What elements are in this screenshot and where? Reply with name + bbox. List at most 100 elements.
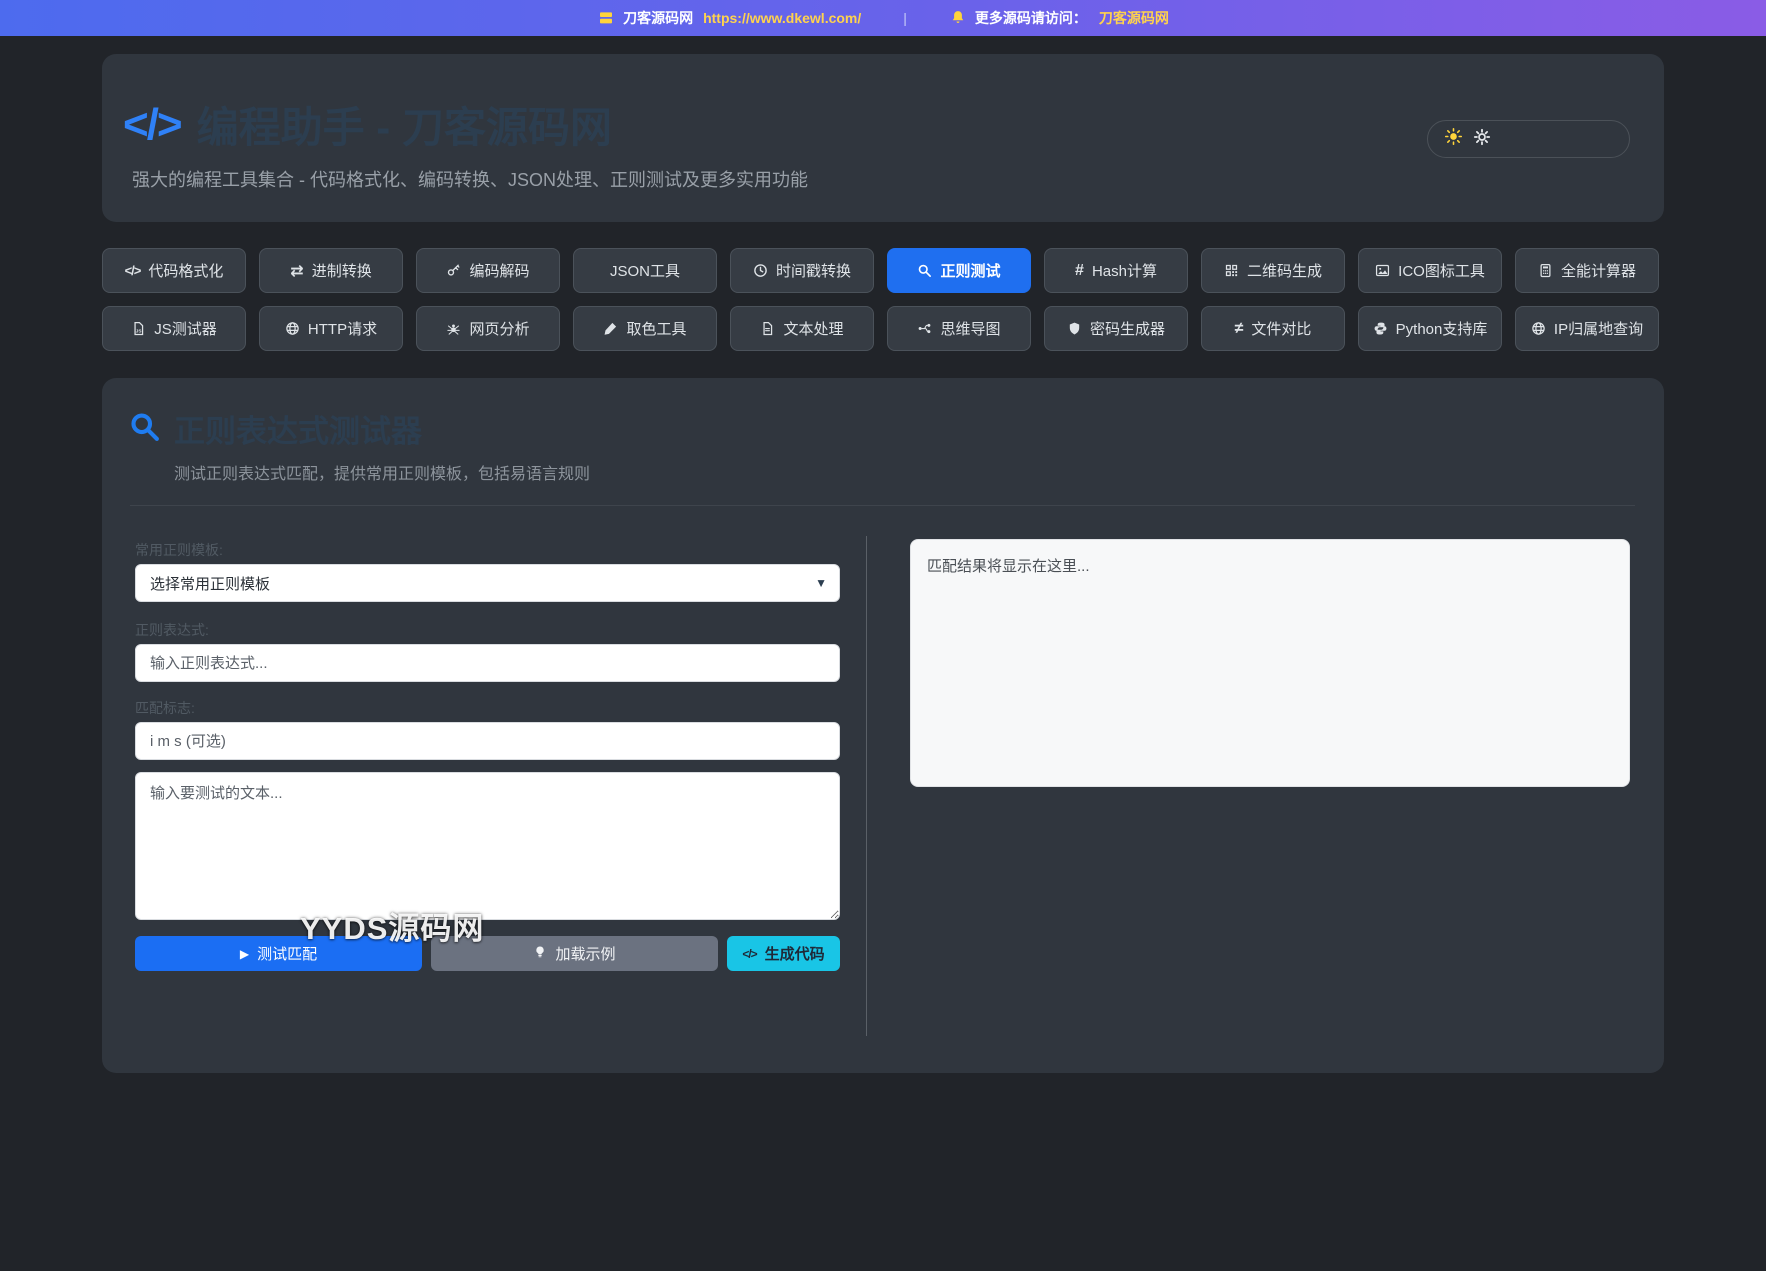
tab-label: 文件对比: [1251, 318, 1311, 339]
tab-label: 代码格式化: [148, 260, 223, 281]
search-icon: [917, 263, 932, 278]
gear-icon[interactable]: [1473, 128, 1491, 151]
hash-icon: #: [1075, 262, 1084, 280]
result-placeholder-text: 匹配结果将显示在这里...: [927, 558, 1090, 575]
column-divider: [866, 536, 867, 1036]
sun-icon[interactable]: [1444, 127, 1463, 151]
mindmap-icon: [917, 321, 932, 336]
topbar-separator: |: [903, 10, 907, 26]
tab-label: 正则测试: [940, 260, 1000, 281]
tab-label: 取色工具: [626, 318, 686, 339]
tab-ip-lookup[interactable]: IP归属地查询: [1515, 306, 1659, 351]
tab-label: 编码解码: [469, 260, 529, 281]
code-icon: </>: [742, 947, 756, 961]
tab-color-picker[interactable]: 取色工具: [573, 306, 717, 351]
tab-python-library[interactable]: Python支持库: [1358, 306, 1502, 351]
generate-code-label: 生成代码: [765, 943, 825, 964]
generate-code-button[interactable]: </> 生成代码: [727, 936, 840, 971]
tab-label: 文本处理: [783, 318, 843, 339]
js-file-icon: JS: [131, 321, 146, 336]
play-icon: ▶: [240, 947, 249, 961]
tab-label: HTTP请求: [308, 318, 377, 339]
regex-tester-card: 正则表达式测试器 测试正则表达式匹配，提供常用正则模板，包括易语言规则 常用正则…: [102, 378, 1664, 1073]
tab-label: Python支持库: [1396, 318, 1488, 339]
tab-mindmap[interactable]: 思维导图: [887, 306, 1031, 351]
action-buttons: ▶ 测试匹配 加载示例 </> 生成代码: [135, 936, 840, 971]
tab-qrcode-generate[interactable]: 二维码生成: [1201, 248, 1345, 293]
tab-timestamp-convert[interactable]: 时间戳转换: [730, 248, 874, 293]
tab-text-processing[interactable]: 文本处理: [730, 306, 874, 351]
tab-password-generator[interactable]: 密码生成器: [1044, 306, 1188, 351]
announcement-bar: 刀客源码网 https://www.dkewl.com/ | 更多源码请访问： …: [0, 0, 1766, 36]
chevron-down-icon: ▼: [815, 576, 827, 590]
card-icon: [597, 9, 615, 27]
tab-label: JS测试器: [154, 318, 217, 339]
svg-text:JS: JS: [136, 329, 142, 334]
tab-label: IP归属地查询: [1554, 318, 1643, 339]
flags-input[interactable]: [135, 722, 840, 760]
tab-code-format[interactable]: </> 代码格式化: [102, 248, 246, 293]
theme-toggle[interactable]: [1427, 120, 1630, 158]
globe-icon: [285, 321, 300, 336]
tab-label: 时间戳转换: [776, 260, 851, 281]
search-icon: [128, 410, 161, 448]
tab-webpage-analysis[interactable]: 网页分析: [416, 306, 560, 351]
template-label: 常用正则模板:: [135, 540, 223, 560]
tab-label: Hash计算: [1092, 260, 1157, 281]
document-icon: [760, 321, 775, 336]
page-subtitle: 强大的编程工具集合 - 代码格式化、编码转换、JSON处理、正则测试及更多实用功…: [132, 166, 808, 192]
bell-icon: [949, 9, 967, 27]
tab-http-request[interactable]: HTTP请求: [259, 306, 403, 351]
site-url-link[interactable]: https://www.dkewl.com/: [703, 10, 861, 26]
python-icon: [1373, 321, 1388, 336]
tab-label: 二维码生成: [1247, 260, 1322, 281]
tab-encode-decode[interactable]: 编码解码: [416, 248, 560, 293]
tab-ico-icon-tools[interactable]: ICO图标工具: [1358, 248, 1502, 293]
site-name: 刀客源码网: [623, 8, 693, 28]
pen-icon: [603, 321, 618, 336]
tab-regex-test[interactable]: 正则测试: [887, 248, 1031, 293]
spider-icon: [446, 321, 461, 336]
tab-label: ICO图标工具: [1398, 260, 1485, 281]
tab-calculator[interactable]: 全能计算器: [1515, 248, 1659, 293]
result-panel: 匹配结果将显示在这里...: [910, 539, 1630, 787]
code-icon: </>: [125, 263, 141, 278]
tab-base-convert[interactable]: ⇄ 进制转换: [259, 248, 403, 293]
section-divider: [130, 505, 1635, 506]
section-title: 正则表达式测试器: [174, 406, 422, 451]
tab-label: 网页分析: [469, 318, 529, 339]
shield-icon: [1067, 321, 1082, 336]
tab-file-compare[interactable]: ≠ 文件对比: [1201, 306, 1345, 351]
notice-link[interactable]: 刀客源码网: [1099, 8, 1169, 28]
tab-label: 全能计算器: [1561, 260, 1636, 281]
load-example-label: 加载示例: [555, 943, 615, 964]
page: 刀客源码网 https://www.dkewl.com/ | 更多源码请访问： …: [0, 0, 1766, 1271]
tab-label: 进制转换: [312, 260, 372, 281]
flags-label: 匹配标志:: [135, 698, 195, 718]
section-subtitle: 测试正则表达式匹配，提供常用正则模板，包括易语言规则: [174, 460, 590, 484]
tab-hash-calc[interactable]: # Hash计算: [1044, 248, 1188, 293]
tab-label: 思维导图: [940, 318, 1000, 339]
globe-icon: [1531, 321, 1546, 336]
pattern-label: 正则表达式:: [135, 620, 209, 640]
template-select-value: 选择常用正则模板: [150, 573, 270, 594]
swap-arrows-icon: ⇄: [290, 261, 303, 281]
template-select[interactable]: 选择常用正则模板 ▼: [135, 564, 840, 602]
image-icon: [1375, 263, 1390, 278]
key-icon: [446, 263, 461, 278]
calculator-icon: [1538, 263, 1553, 278]
header-card: </> 编程助手 - 刀客源码网 强大的编程工具集合 - 代码格式化、编码转换、…: [102, 54, 1664, 222]
test-text-input[interactable]: [135, 772, 840, 920]
tab-json-tools[interactable]: JSON工具: [573, 248, 717, 293]
test-match-button[interactable]: ▶ 测试匹配: [135, 936, 422, 971]
tab-label: 密码生成器: [1090, 318, 1165, 339]
page-title: 编程助手 - 刀客源码网: [197, 94, 612, 155]
load-example-button[interactable]: 加载示例: [431, 936, 718, 971]
tab-js-tester[interactable]: JS JS测试器: [102, 306, 246, 351]
notice-label: 更多源码请访问：: [975, 8, 1087, 28]
pattern-input[interactable]: [135, 644, 840, 682]
code-icon: </>: [123, 100, 181, 150]
not-equal-icon: ≠: [1235, 320, 1244, 338]
bulb-icon: [533, 945, 547, 963]
tool-tabs: </> 代码格式化 ⇄ 进制转换 编码解码 JSON工具 时间戳转换: [102, 248, 1664, 351]
